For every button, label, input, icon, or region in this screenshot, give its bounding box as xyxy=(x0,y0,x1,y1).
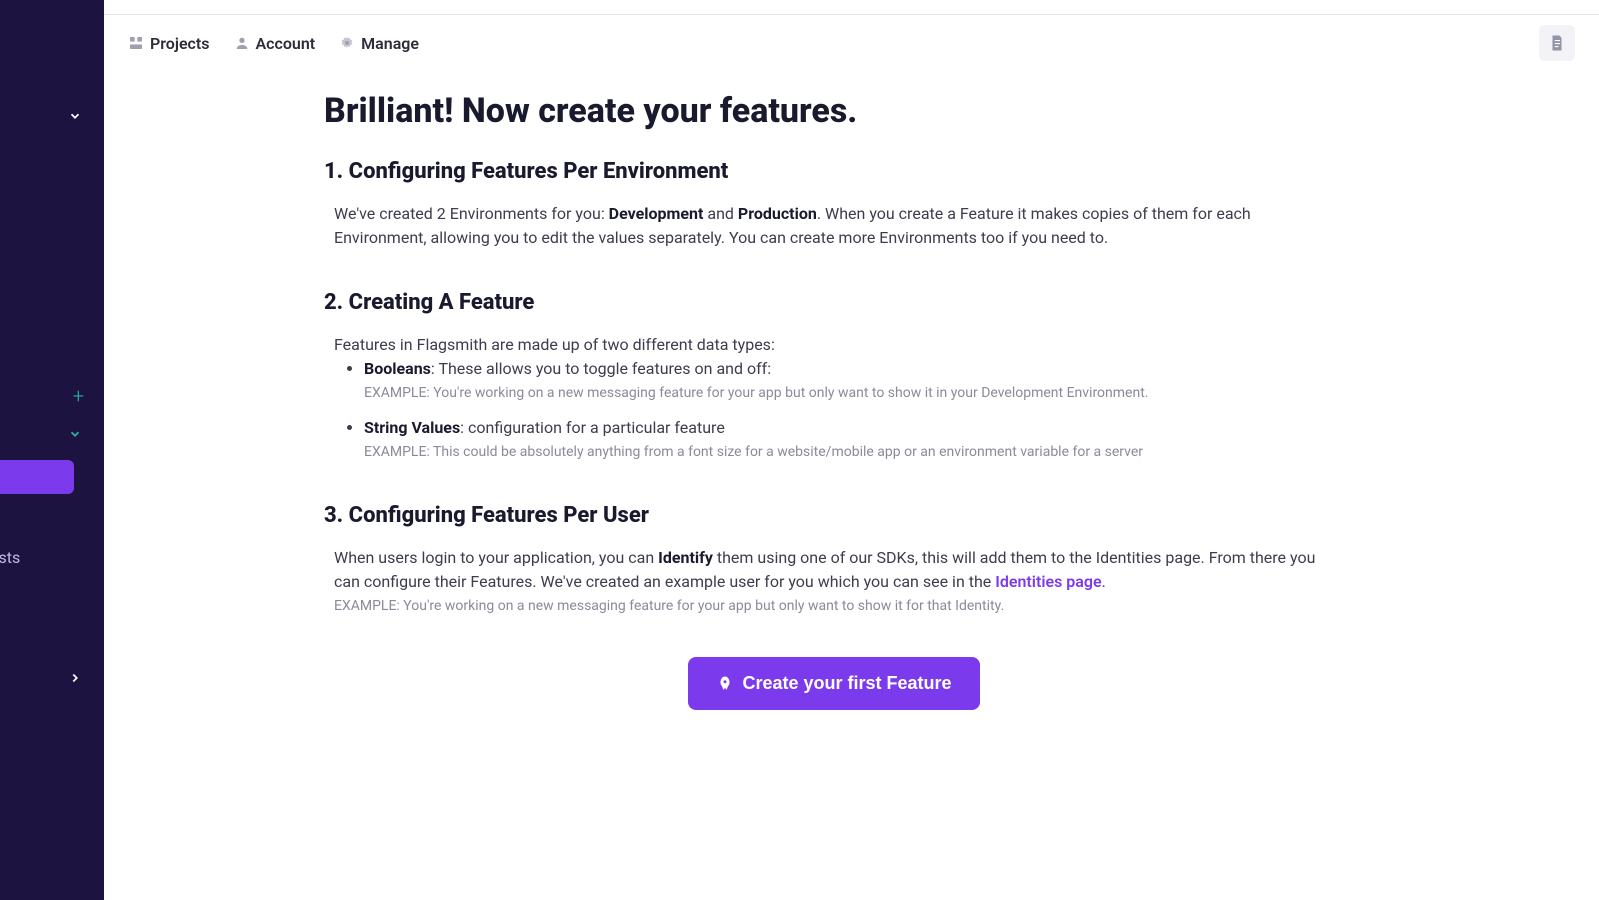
section-text: Features in Flagsmith are made up of two… xyxy=(334,333,1344,357)
page-title: Brilliant! Now create your features. xyxy=(324,91,1344,131)
section-heading: 1. Configuring Features Per Environment xyxy=(324,159,1344,184)
section-create-feature: 2. Creating A Feature Features in Flagsm… xyxy=(324,290,1344,463)
gear-icon xyxy=(339,35,355,51)
cta-label: Create your first Feature xyxy=(742,673,951,694)
main-content: Brilliant! Now create your features. 1. … xyxy=(324,71,1344,900)
chevron-right-icon[interactable] xyxy=(68,670,82,689)
identities-link[interactable]: Identities page xyxy=(995,572,1101,591)
section-heading: 3. Configuring Features Per User xyxy=(324,503,1344,528)
plus-icon[interactable]: + xyxy=(73,384,84,408)
section-configure-env: 1. Configuring Features Per Environment … xyxy=(324,159,1344,250)
nav-label: Manage xyxy=(361,34,419,53)
rocket-icon xyxy=(716,675,734,693)
section-text: We've created 2 Environments for you: De… xyxy=(334,202,1344,250)
grid-icon xyxy=(128,35,144,51)
example-text: EXAMPLE: This could be absolutely anythi… xyxy=(364,442,1344,463)
nav-projects[interactable]: Projects xyxy=(128,34,210,53)
section-configure-user: 3. Configuring Features Per User When us… xyxy=(324,503,1344,617)
list-item: String Values: configuration for a parti… xyxy=(364,416,1344,463)
create-feature-button[interactable]: Create your first Feature xyxy=(688,657,979,710)
docs-button[interactable] xyxy=(1539,25,1575,61)
example-text: EXAMPLE: You're working on a new messagi… xyxy=(364,383,1344,404)
section-text: When users login to your application, yo… xyxy=(334,546,1344,594)
nav-label: Projects xyxy=(150,34,210,53)
user-icon xyxy=(234,35,250,51)
topbar: Projects Account Manage xyxy=(104,15,1599,71)
sidebar-active-item[interactable] xyxy=(0,460,74,494)
nav-account[interactable]: Account xyxy=(234,34,316,53)
section-heading: 2. Creating A Feature xyxy=(324,290,1344,315)
list-item: Booleans: These allows you to toggle fea… xyxy=(364,357,1344,404)
chevron-down-icon[interactable] xyxy=(68,426,82,445)
sidebar-item-label[interactable]: ests xyxy=(0,548,20,567)
document-icon xyxy=(1548,34,1566,52)
nav-label: Account xyxy=(256,34,316,53)
chevron-down-icon[interactable] xyxy=(68,108,82,127)
sidebar: + ests xyxy=(0,0,104,900)
nav-manage[interactable]: Manage xyxy=(339,34,419,53)
example-text: EXAMPLE: You're working on a new messagi… xyxy=(334,596,1344,617)
